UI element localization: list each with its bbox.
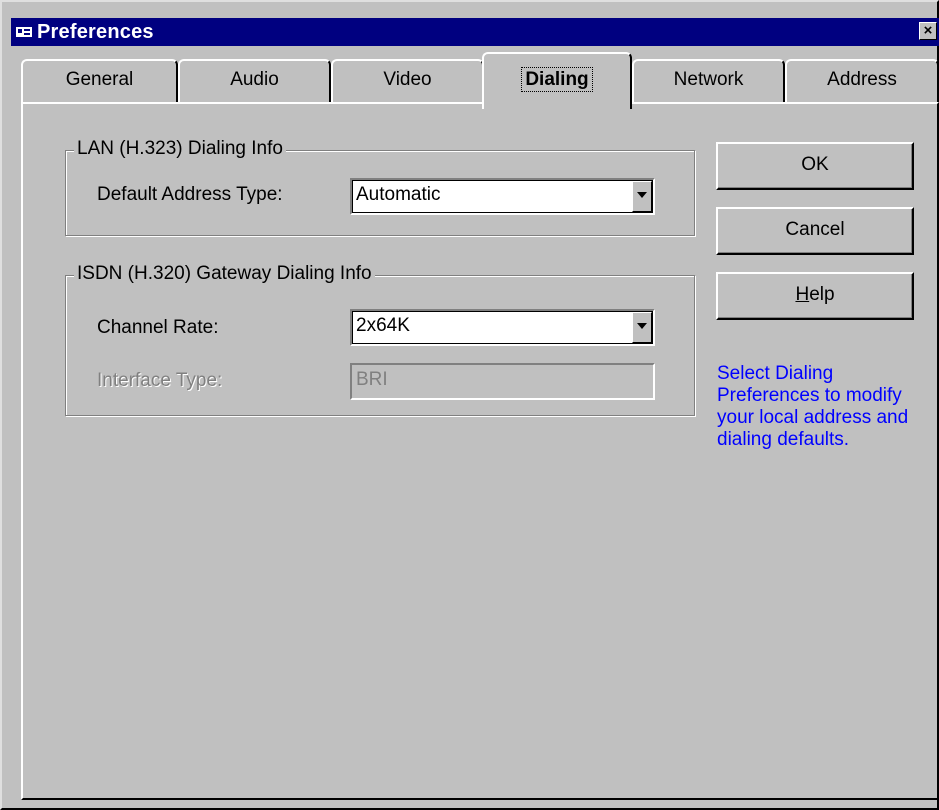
channel-rate-combo[interactable]: 2x64K [350,309,655,346]
title-bar[interactable]: Preferences × [11,18,939,46]
chevron-down-icon [637,323,647,329]
help-label-rest: elp [809,284,835,305]
default-address-type-combo[interactable]: Automatic [350,178,655,215]
tab-network[interactable]: Network [632,59,785,103]
tab-video[interactable]: Video [331,59,484,103]
tab-label: Dialing [521,67,593,92]
default-address-type-label: Default Address Type: [97,184,283,205]
help-label: Help [795,284,834,305]
interface-type-label: Interface Type: [97,370,223,391]
tab-audio[interactable]: Audio [178,59,331,103]
ok-label: OK [801,154,829,175]
dialing-hint-text: Select Dialing Preferences to modify you… [717,363,909,450]
tab-label: Video [383,69,432,90]
chevron-down-icon [637,192,647,198]
lan-dialing-group: LAN (H.323) Dialing Info Default Address… [65,138,695,236]
help-button[interactable]: Help [716,272,914,320]
interface-type-value: BRI [356,369,388,390]
interface-type-field: BRI [350,363,655,400]
window-app-icon[interactable] [15,23,33,41]
cancel-button[interactable]: Cancel [716,207,914,255]
channel-rate-label: Channel Rate: [97,317,219,338]
tab-label: Audio [230,69,279,90]
isdn-dialing-group: ISDN (H.320) Gateway Dialing Info Channe… [65,263,695,416]
close-button[interactable]: × [919,22,937,40]
tab-label: Address [827,69,897,90]
cancel-label: Cancel [785,219,845,240]
tab-dialing[interactable]: Dialing [482,52,632,109]
tab-label: General [65,69,134,90]
help-mnemonic: H [795,284,810,305]
tab-general[interactable]: General [21,59,178,103]
dropdown-button[interactable] [632,181,652,212]
ok-button[interactable]: OK [716,142,914,190]
channel-rate-value: 2x64K [356,315,410,336]
window-title: Preferences [37,21,154,43]
default-address-type-value: Automatic [356,184,441,205]
preferences-window: Preferences × General Audio Video Dialin… [0,0,939,810]
close-icon: × [923,22,933,39]
dropdown-button[interactable] [632,312,652,343]
isdn-group-title: ISDN (H.320) Gateway Dialing Info [74,263,375,285]
tab-address[interactable]: Address [785,59,939,103]
lan-group-title: LAN (H.323) Dialing Info [74,138,286,160]
tab-label: Network [673,69,744,90]
